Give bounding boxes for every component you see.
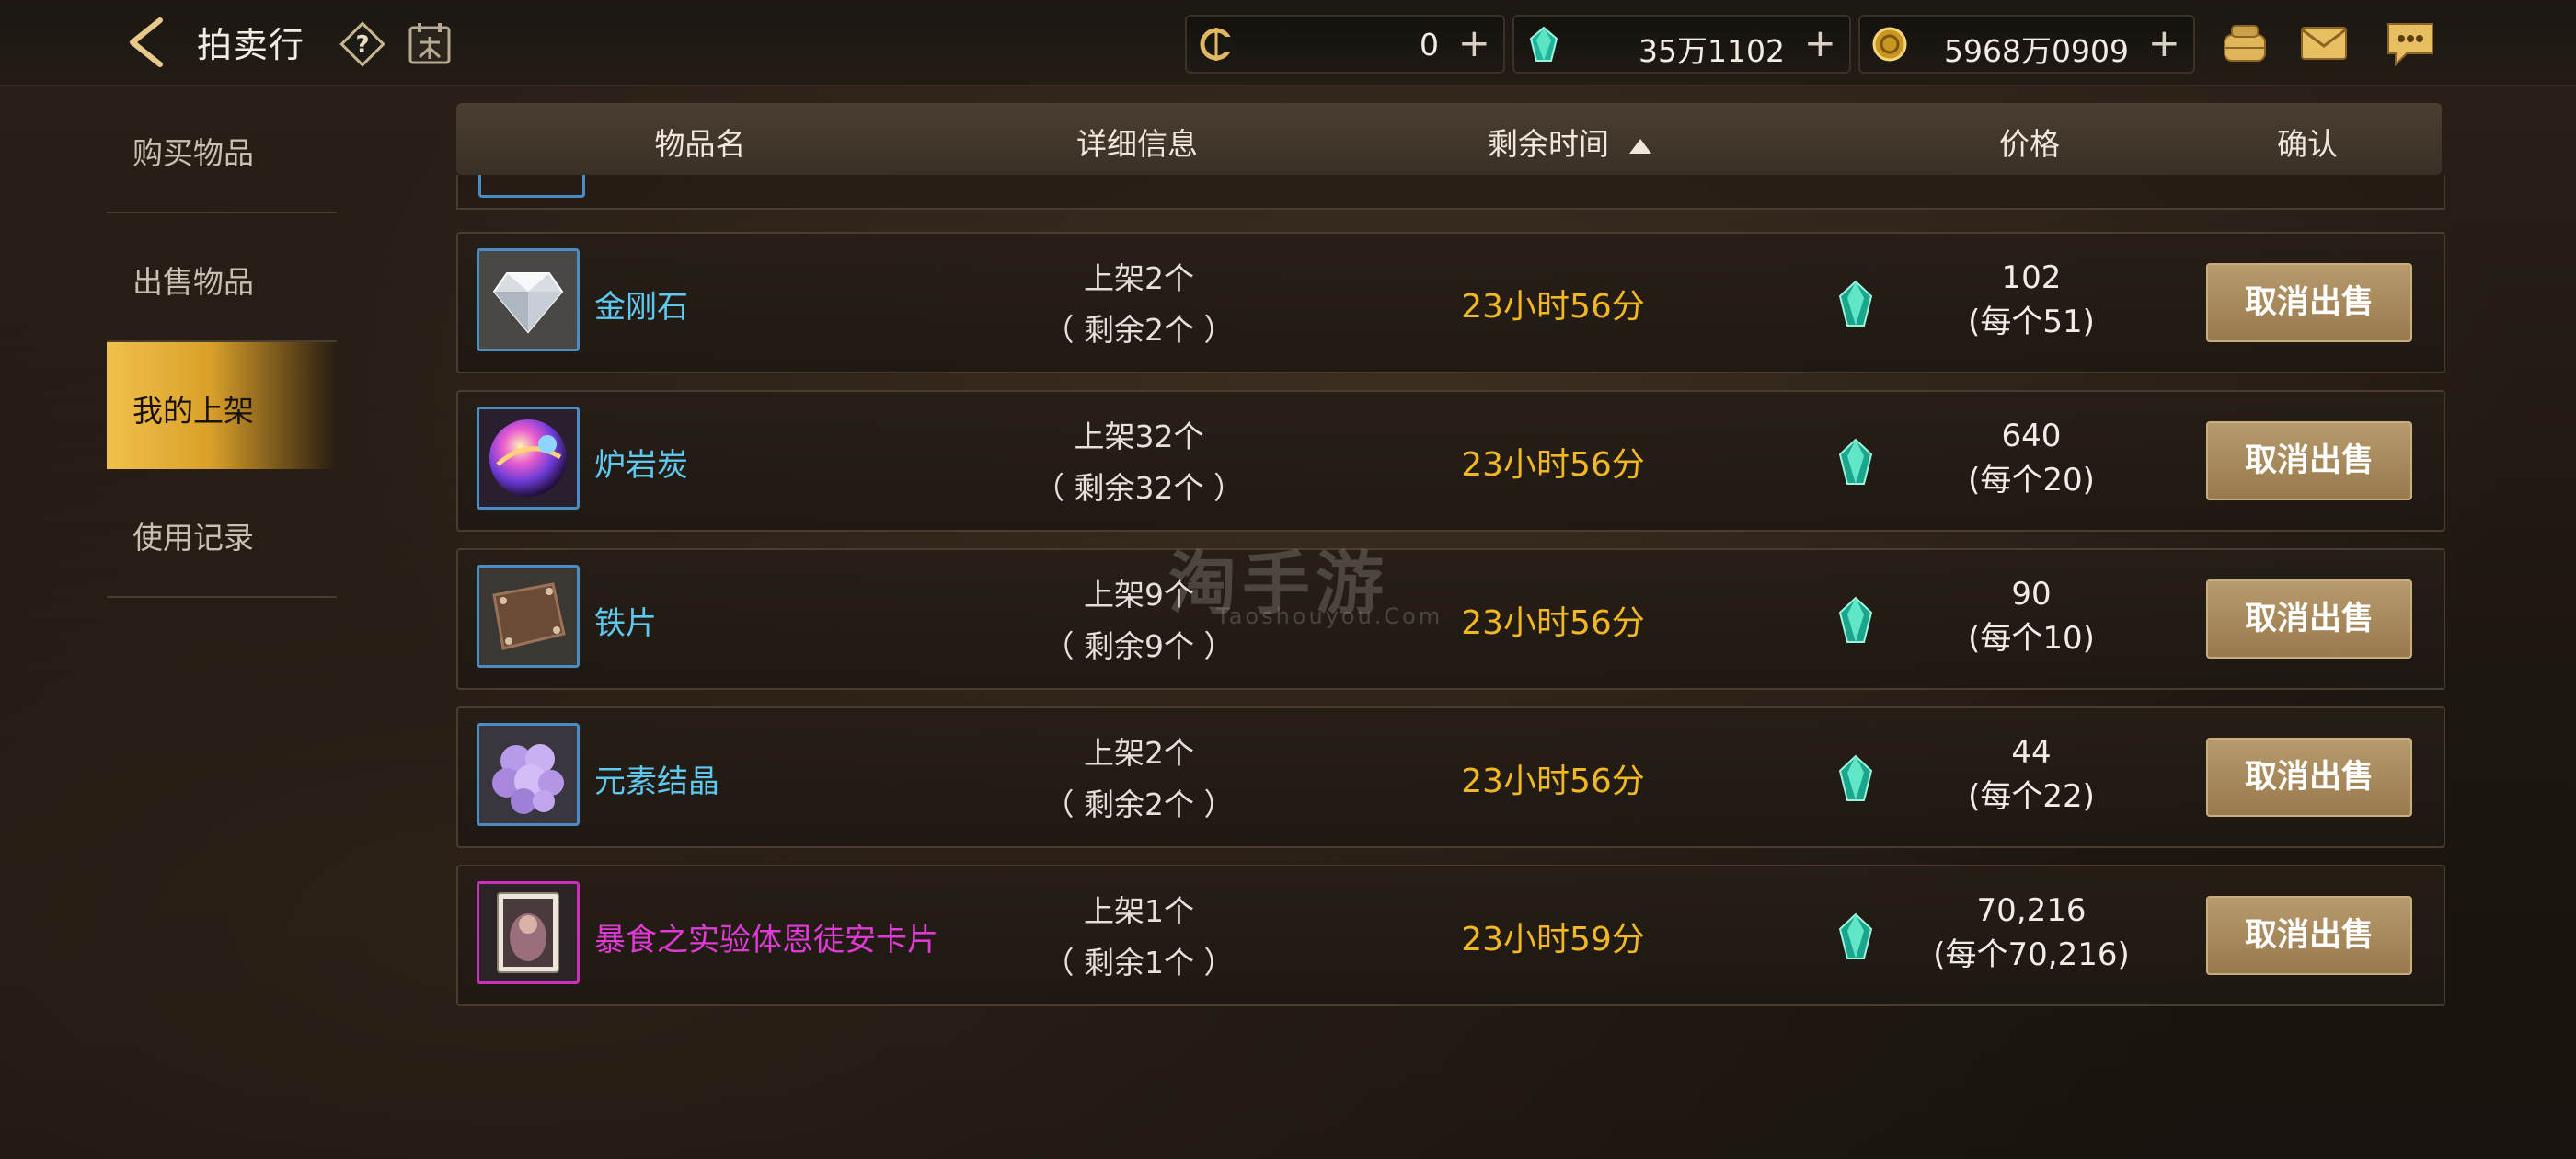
back-arrow-icon[interactable]	[120, 15, 175, 70]
sidebar: 购买物品 出售物品 我的上架 使用记录	[107, 85, 337, 598]
total-price: 640	[2001, 418, 2062, 454]
gem-icon	[1838, 596, 1873, 643]
total-price: 90	[2011, 576, 2052, 613]
sidebar-item-history[interactable]: 使用记录	[107, 469, 337, 598]
item-name[interactable]: 元素结晶	[594, 756, 719, 801]
remaining-count: （ 剩余32个 ）	[1034, 470, 1244, 506]
item-icon-frame	[478, 175, 585, 198]
unit-price: (每个70,216)	[1933, 936, 2130, 973]
remaining-time: 23小时56分	[1461, 763, 1645, 800]
iron-plate-icon[interactable]	[477, 565, 580, 668]
currency-gold-value: 5968万0909	[1944, 33, 2129, 69]
gem-icon	[1838, 912, 1873, 959]
chat-icon[interactable]	[2383, 15, 2438, 70]
total-price: 44	[2011, 734, 2052, 771]
remaining-time: 23小时59分	[1461, 921, 1645, 958]
item-name[interactable]: 铁片	[594, 598, 657, 643]
auction-house-screen: 拍卖行 ? 0 + 35万1102 + 5968万0909 + 购买物品 出售物…	[0, 0, 2576, 1159]
bound-currency-icon	[1200, 28, 1235, 61]
total-price: 70,216	[1976, 892, 2087, 929]
watermark-url: Taoshouyou.Com	[1216, 603, 1443, 629]
cancel-sale-button[interactable]: 取消出售	[2206, 421, 2412, 500]
sidebar-item-label: 出售物品	[132, 264, 254, 300]
add-gem-button[interactable]: +	[1804, 20, 1836, 66]
gem-icon	[1838, 754, 1873, 801]
gold-coin-icon	[1872, 27, 1907, 62]
gem-icon	[1529, 26, 1558, 62]
currency-bound-value: 0	[1420, 27, 1439, 63]
calendar-icon[interactable]	[407, 20, 453, 66]
listing-row: 铁片 上架9个 （ 剩余9个 ） 23小时56分 90 (每个10) 取消出售	[456, 548, 2445, 690]
remaining-time: 23小时56分	[1461, 604, 1645, 642]
gem-icon	[1838, 280, 1873, 327]
cancel-sale-button[interactable]: 取消出售	[2206, 896, 2412, 975]
partial-row	[456, 175, 2445, 210]
currency-bound: 0 +	[1185, 15, 1505, 74]
remaining-count: （ 剩余2个 ）	[1043, 312, 1235, 348]
header-remaining-time[interactable]: 剩余时间	[1404, 120, 1735, 164]
sidebar-item-label: 使用记录	[132, 520, 254, 556]
item-name[interactable]: 金刚石	[594, 281, 688, 327]
header-price: 价格	[1999, 126, 2060, 162]
currency-gem-value: 35万1102	[1639, 33, 1785, 69]
cancel-sale-button[interactable]: 取消出售	[2206, 263, 2412, 342]
header-item-name: 物品名	[654, 126, 746, 162]
remaining-count: （ 剩余2个 ）	[1043, 786, 1235, 822]
sidebar-item-buy[interactable]: 购买物品	[107, 85, 337, 213]
item-name[interactable]: 炉岩炭	[594, 440, 688, 485]
header-time-label: 剩余时间	[1488, 126, 1609, 162]
top-bar: 拍卖行 ? 0 + 35万1102 + 5968万0909 +	[0, 0, 2576, 86]
listed-count: 上架32个	[1074, 419, 1204, 454]
listed-count: 上架1个	[1084, 893, 1194, 929]
sidebar-item-sell[interactable]: 出售物品	[107, 213, 337, 342]
svg-text:?: ?	[355, 31, 369, 59]
help-icon[interactable]: ?	[339, 20, 386, 68]
sidebar-item-my-listings[interactable]: 我的上架	[107, 342, 337, 469]
unit-price: (每个51)	[1968, 304, 2095, 340]
listing-row: 暴食之实验体恩徒安卡片 上架1个 （ 剩余1个 ） 23小时59分 70,216…	[456, 865, 2445, 1006]
element-crystal-icon[interactable]	[477, 723, 580, 826]
sidebar-item-label: 我的上架	[132, 393, 254, 429]
listed-count: 上架2个	[1084, 735, 1194, 771]
currency-gold: 5968万0909 +	[1858, 15, 2195, 74]
list-header: 物品名 详细信息 剩余时间 价格 确认	[456, 103, 2442, 175]
remaining-time: 23小时56分	[1461, 288, 1645, 326]
add-bound-currency-button[interactable]: +	[1458, 20, 1490, 66]
furnace-coal-icon[interactable]	[477, 407, 580, 510]
header-confirm: 确认	[2277, 126, 2338, 162]
header-detail: 详细信息	[1076, 126, 1198, 162]
listing-row: 元素结晶 上架2个 （ 剩余2个 ） 23小时56分 44 (每个22) 取消出…	[456, 706, 2445, 848]
gem-icon	[1838, 438, 1873, 485]
listed-count: 上架2个	[1084, 260, 1194, 296]
sidebar-item-label: 购买物品	[132, 135, 254, 171]
sort-ascending-icon	[1629, 138, 1651, 154]
cancel-sale-button[interactable]: 取消出售	[2206, 738, 2412, 817]
unit-price: (每个20)	[1968, 462, 2095, 499]
remaining-count: （ 剩余1个 ）	[1043, 945, 1235, 981]
unit-price: (每个22)	[1968, 778, 2095, 815]
monster-card-icon[interactable]	[477, 881, 580, 984]
listing-row: 炉岩炭 上架32个 （ 剩余32个 ） 23小时56分 640 (每个20) 取…	[456, 390, 2445, 532]
unit-price: (每个10)	[1968, 620, 2095, 657]
remaining-time: 23小时56分	[1461, 446, 1645, 484]
item-name[interactable]: 暴食之实验体恩徒安卡片	[594, 914, 938, 959]
coin-purse-icon[interactable]	[2217, 15, 2272, 70]
diamond-icon[interactable]	[477, 248, 580, 351]
currency-gem: 35万1102 +	[1512, 15, 1851, 74]
add-gold-button[interactable]: +	[2148, 20, 2180, 66]
cancel-sale-button[interactable]: 取消出售	[2206, 580, 2412, 659]
page-title: 拍卖行	[197, 25, 305, 65]
listing-row: 金刚石 上架2个 （ 剩余2个 ） 23小时56分 102 (每个51) 取消出…	[456, 232, 2445, 373]
mail-icon[interactable]	[2296, 15, 2352, 70]
total-price: 102	[2001, 259, 2062, 296]
